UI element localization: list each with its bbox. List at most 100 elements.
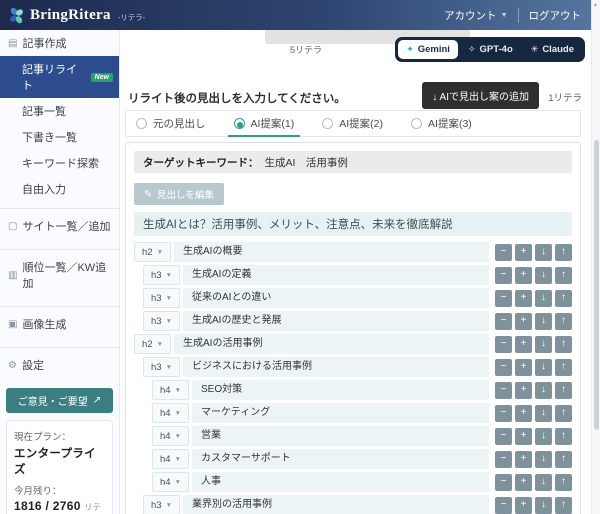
move-up-button[interactable]: ↑ xyxy=(555,451,572,468)
move-up-button[interactable]: ↑ xyxy=(555,405,572,422)
heading-level-select[interactable]: h4▼ xyxy=(152,380,189,400)
move-down-button[interactable]: ↓ xyxy=(535,474,552,491)
remove-heading-button[interactable]: − xyxy=(495,359,512,376)
add-heading-button[interactable]: + xyxy=(515,359,532,376)
model-option-gemini[interactable]: ✦ Gemini xyxy=(398,40,458,59)
move-up-button[interactable]: ↑ xyxy=(555,290,572,307)
heading-text-input[interactable]: 生成AIの活用事例 xyxy=(174,334,489,354)
move-up-button[interactable]: ↑ xyxy=(555,244,572,261)
move-down-button[interactable]: ↓ xyxy=(535,290,552,307)
move-down-button[interactable]: ↓ xyxy=(535,359,552,376)
move-down-button[interactable]: ↓ xyxy=(535,267,552,284)
brand-logo[interactable]: BringRitera -リテラ- xyxy=(8,7,145,24)
logout-button[interactable]: ログアウト xyxy=(519,8,582,23)
move-up-button[interactable]: ↑ xyxy=(555,267,572,284)
heading-level-select[interactable]: h4▼ xyxy=(152,472,189,492)
remove-heading-button[interactable]: − xyxy=(495,474,512,491)
sidebar-item-label: 記事作成 xyxy=(22,35,66,51)
sidebar-item-rank-list[interactable]: ▥ 順位一覧／KW追加 xyxy=(0,249,119,300)
move-up-button[interactable]: ↑ xyxy=(555,497,572,514)
move-down-button[interactable]: ↓ xyxy=(535,497,552,514)
remove-heading-button[interactable]: − xyxy=(495,382,512,399)
heading-text-input[interactable]: カスタマーサポート xyxy=(192,449,489,469)
heading-text-input[interactable]: 生成AIの定義 xyxy=(183,265,489,285)
move-down-button[interactable]: ↓ xyxy=(535,313,552,330)
heading-text-input[interactable]: 生成AIの歴史と発展 xyxy=(183,311,489,331)
add-heading-button[interactable]: + xyxy=(515,290,532,307)
remove-heading-button[interactable]: − xyxy=(495,267,512,284)
sidebar-item-site-list[interactable]: ▢ サイト一覧／追加 xyxy=(0,208,119,243)
add-heading-button[interactable]: + xyxy=(515,497,532,514)
move-up-button[interactable]: ↑ xyxy=(555,336,572,353)
add-heading-button[interactable]: + xyxy=(515,382,532,399)
add-heading-button[interactable]: + xyxy=(515,244,532,261)
move-down-button[interactable]: ↓ xyxy=(535,428,552,445)
heading-level-select[interactable]: h4▼ xyxy=(152,403,189,423)
remove-heading-button[interactable]: − xyxy=(495,497,512,514)
sidebar-item-image-generation[interactable]: ▣ 画像生成 xyxy=(0,306,119,341)
move-up-button[interactable]: ↑ xyxy=(555,359,572,376)
add-heading-button[interactable]: + xyxy=(515,267,532,284)
add-heading-button[interactable]: + xyxy=(515,474,532,491)
remove-heading-button[interactable]: − xyxy=(495,405,512,422)
add-heading-button[interactable]: + xyxy=(515,313,532,330)
feedback-button[interactable]: ご意見・ご要望 ↗ xyxy=(6,388,113,413)
ai-add-headings-button[interactable]: ↓ AIで見出し案の追加 xyxy=(422,82,539,109)
remove-heading-button[interactable]: − xyxy=(495,290,512,307)
heading-level-select[interactable]: h2▼ xyxy=(134,242,171,262)
add-heading-button[interactable]: + xyxy=(515,336,532,353)
move-down-button[interactable]: ↓ xyxy=(535,405,552,422)
heading-level-select[interactable]: h3▼ xyxy=(143,311,180,331)
move-up-button[interactable]: ↑ xyxy=(555,382,572,399)
heading-level-select[interactable]: h3▼ xyxy=(143,495,180,514)
move-up-button[interactable]: ↑ xyxy=(555,313,572,330)
remove-heading-button[interactable]: − xyxy=(495,451,512,468)
heading-level-select[interactable]: h3▼ xyxy=(143,288,180,308)
move-down-button[interactable]: ↓ xyxy=(535,451,552,468)
remove-heading-button[interactable]: − xyxy=(495,244,512,261)
tab-ai-suggestion-1[interactable]: AI提案(1) xyxy=(234,111,295,136)
model-option-claude[interactable]: ✳ Claude xyxy=(523,40,582,59)
move-down-button[interactable]: ↓ xyxy=(535,382,552,399)
sidebar-item-draft-list[interactable]: 下書き一覧 xyxy=(0,124,119,150)
move-up-button[interactable]: ↑ xyxy=(555,428,572,445)
scroll-up-arrow-icon[interactable]: ▲ xyxy=(593,2,598,8)
tab-ai-suggestion-3[interactable]: AI提案(3) xyxy=(411,111,472,136)
move-down-button[interactable]: ↓ xyxy=(535,336,552,353)
heading-text-input[interactable]: 業界別の活用事例 xyxy=(183,495,489,514)
account-menu[interactable]: アカウント ▼ xyxy=(444,8,518,23)
page-scrollbar[interactable]: ▲ xyxy=(591,0,600,514)
heading-level-select[interactable]: h2▼ xyxy=(134,334,171,354)
add-heading-button[interactable]: + xyxy=(515,451,532,468)
article-title-field[interactable]: 生成AIとは？活用事例、メリット、注意点、未来を徹底解説 xyxy=(134,212,572,236)
heading-text-input[interactable]: 営業 xyxy=(192,426,489,446)
edit-headings-button[interactable]: ✎ 見出しを編集 xyxy=(134,183,224,205)
heading-level-select[interactable]: h3▼ xyxy=(143,357,180,377)
remove-heading-button[interactable]: − xyxy=(495,336,512,353)
sidebar-item-article-create[interactable]: ▤ 記事作成 xyxy=(0,30,119,56)
sidebar-item-settings[interactable]: ⚙ 設定 xyxy=(0,347,119,382)
remove-heading-button[interactable]: − xyxy=(495,428,512,445)
heading-text-input[interactable]: ビジネスにおける活用事例 xyxy=(183,357,489,377)
remove-heading-button[interactable]: − xyxy=(495,313,512,330)
heading-text-input[interactable]: マーケティング xyxy=(192,403,489,423)
add-heading-button[interactable]: + xyxy=(515,405,532,422)
add-heading-button[interactable]: + xyxy=(515,428,532,445)
heading-level-select[interactable]: h4▼ xyxy=(152,449,189,469)
heading-level-select[interactable]: h3▼ xyxy=(143,265,180,285)
heading-level-select[interactable]: h4▼ xyxy=(152,426,189,446)
model-option-gpt4o[interactable]: ✧ GPT-4o xyxy=(460,40,521,59)
heading-text-input[interactable]: 人事 xyxy=(192,472,489,492)
scrollbar-thumb[interactable] xyxy=(594,140,599,430)
sidebar-item-free-input[interactable]: 自由入力 xyxy=(0,176,119,202)
sidebar-item-keyword-search[interactable]: キーワード探索 xyxy=(0,150,119,176)
move-down-button[interactable]: ↓ xyxy=(535,244,552,261)
heading-text-input[interactable]: 従来のAIとの違い xyxy=(183,288,489,308)
sidebar-item-article-rewrite[interactable]: 記事リライト New xyxy=(0,56,119,98)
sidebar-item-article-list[interactable]: 記事一覧 xyxy=(0,98,119,124)
heading-text-input[interactable]: 生成AIの概要 xyxy=(174,242,489,262)
move-up-button[interactable]: ↑ xyxy=(555,474,572,491)
tab-ai-suggestion-2[interactable]: AI提案(2) xyxy=(322,111,383,136)
heading-text-input[interactable]: SEO対策 xyxy=(192,380,489,400)
tab-original-heading[interactable]: 元の見出し xyxy=(136,111,206,136)
